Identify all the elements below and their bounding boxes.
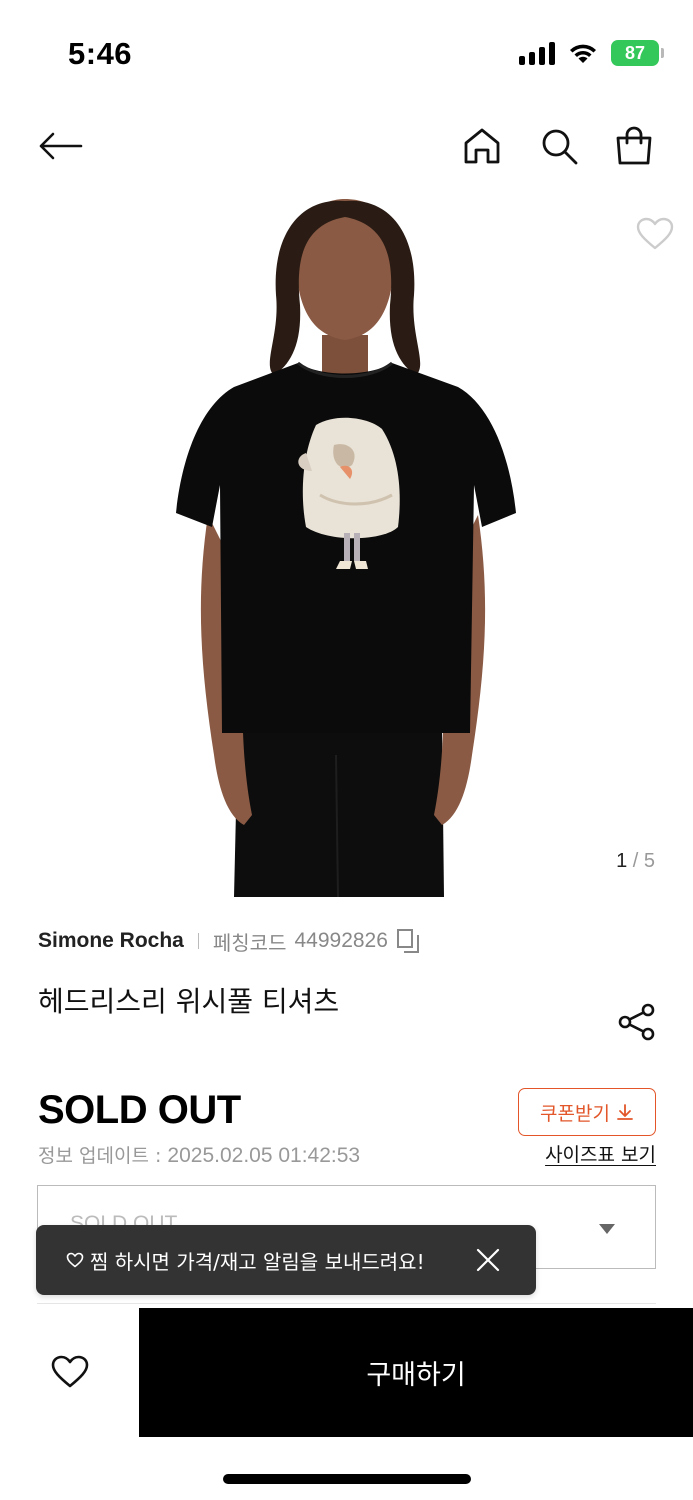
signal-icon <box>519 41 555 65</box>
pager-total: 5 <box>643 850 655 872</box>
product-photo <box>176 199 516 897</box>
price-status: SOLD OUT <box>38 1088 241 1132</box>
home-indicator[interactable] <box>223 1474 471 1484</box>
home-button[interactable] <box>458 120 506 172</box>
update-info: 정보 업데이트 : 2025.02.05 01:42:53 <box>38 1141 360 1168</box>
brand-name[interactable]: Simone Rocha <box>38 929 184 953</box>
product-image[interactable] <box>0 195 693 897</box>
status-bar: 5:46 87 <box>0 0 693 100</box>
copy-icon <box>396 929 419 953</box>
image-pager: 1 / 5 <box>616 850 655 873</box>
toast-message: 찜 하시면 가격/재고 알림을 보내드려요! <box>90 1249 425 1274</box>
pager-separator: / <box>627 850 644 872</box>
buy-button[interactable]: 구매하기 <box>139 1308 693 1437</box>
copy-code-button[interactable] <box>396 928 420 954</box>
status-icons: 87 <box>519 40 664 66</box>
heart-small-icon <box>66 1252 84 1268</box>
product-title: 헤드리스리 위시풀 티셔츠 <box>38 985 340 1018</box>
heart-outline-icon <box>51 1355 89 1388</box>
wifi-icon <box>570 44 596 63</box>
divider <box>197 933 199 949</box>
battery-icon: 87 <box>611 40 664 66</box>
close-icon <box>476 1248 500 1272</box>
update-label: 정보 업데이트 : <box>38 1145 168 1167</box>
toast-close-button[interactable] <box>476 1248 500 1272</box>
product-code: 44992826 <box>294 929 388 952</box>
back-button[interactable] <box>36 120 84 172</box>
wishlist-button-bottom[interactable] <box>36 1338 104 1406</box>
size-chart-link[interactable]: 사이즈표 보기 <box>545 1140 656 1167</box>
pager-current: 1 <box>616 850 628 872</box>
coupon-label: 쿠폰받기 <box>540 1102 610 1125</box>
status-time: 5:46 <box>68 36 133 71</box>
download-icon <box>617 1104 633 1120</box>
search-button[interactable] <box>535 120 583 172</box>
wishlist-button-top[interactable] <box>633 212 677 256</box>
back-arrow-icon <box>39 132 83 160</box>
share-button[interactable] <box>617 1002 657 1042</box>
home-icon <box>464 128 500 164</box>
cart-button[interactable] <box>610 120 658 172</box>
shopping-bag-icon <box>616 126 652 165</box>
battery-level: 87 <box>624 42 646 63</box>
chevron-down-icon <box>599 1224 615 1234</box>
search-icon <box>542 129 578 165</box>
top-navigation <box>0 120 693 172</box>
wishlist-toast: 찜 하시면 가격/재고 알림을 보내드려요! <box>36 1225 536 1295</box>
update-timestamp: 2025.02.05 01:42:53 <box>167 1144 361 1167</box>
product-code-label: 페칭코드 <box>212 930 287 955</box>
section-divider <box>37 1303 656 1304</box>
share-icon <box>618 1003 655 1041</box>
heart-outline-icon <box>636 217 674 250</box>
brand-row: Simone Rocha 페칭코드 44992826 <box>38 926 420 956</box>
coupon-button[interactable]: 쿠폰받기 <box>518 1088 656 1136</box>
